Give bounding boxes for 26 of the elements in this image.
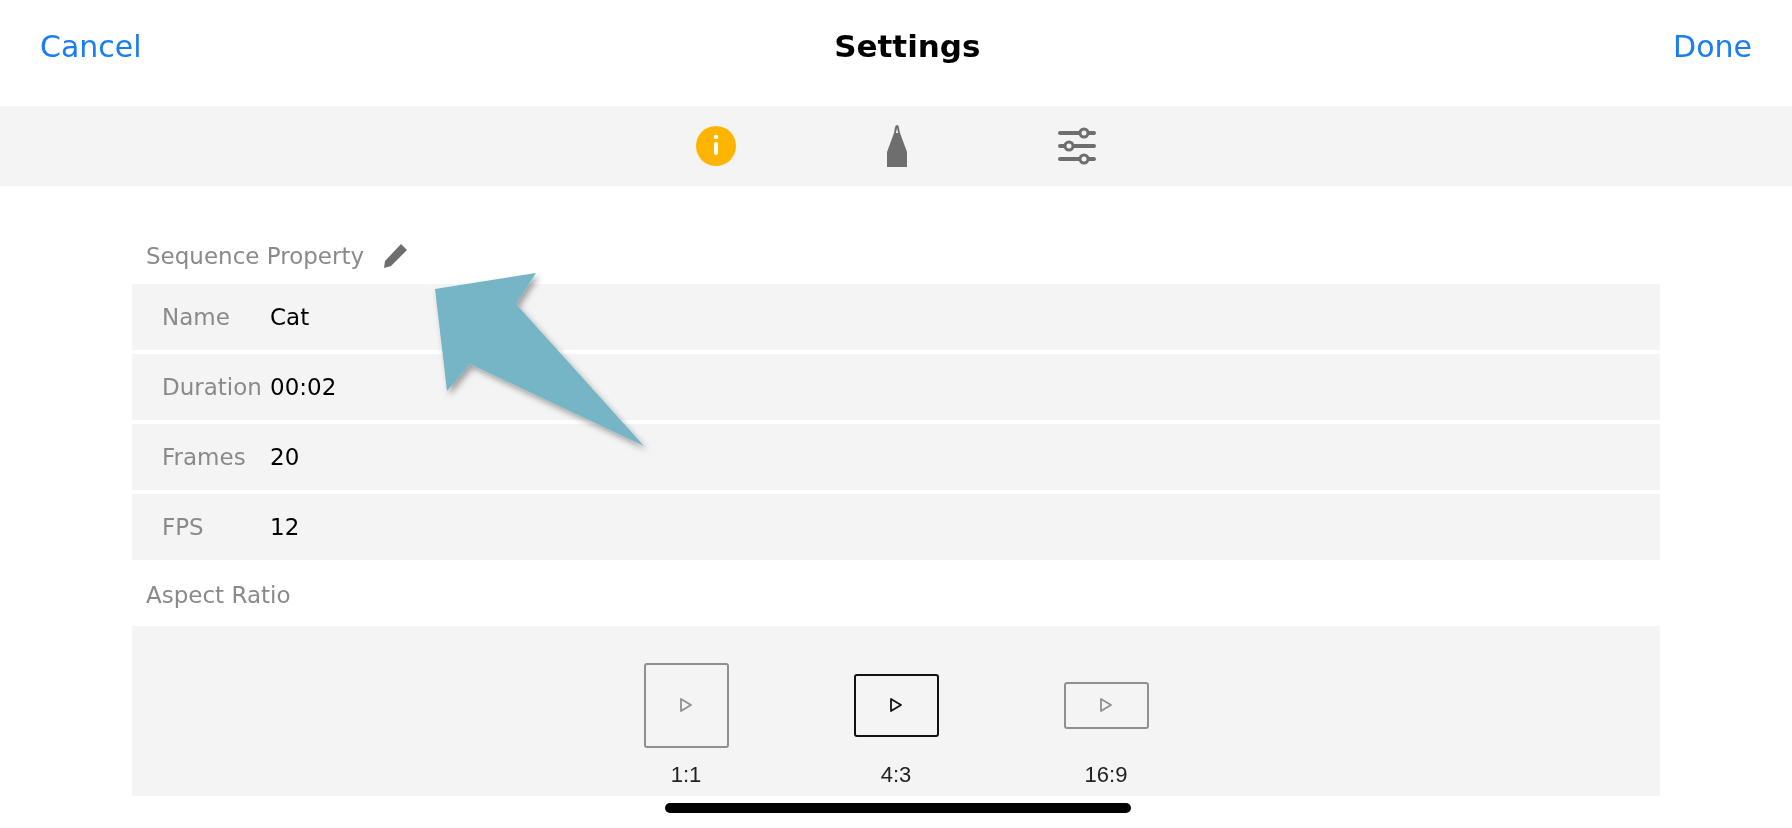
pencil-icon[interactable] (382, 243, 409, 269)
property-value: 12 (270, 514, 300, 540)
sliders-icon (1058, 127, 1096, 165)
cancel-button[interactable]: Cancel (40, 28, 142, 64)
screen-title: Settings (834, 28, 981, 64)
done-button[interactable]: Done (1673, 28, 1752, 64)
aspect-ratio-label: 16:9 (1084, 762, 1128, 788)
section-header: Aspect Ratio (146, 582, 291, 608)
play-icon (889, 697, 903, 713)
property-value: 20 (270, 444, 300, 470)
info-icon (696, 126, 736, 166)
tab[interactable] (886, 125, 908, 167)
property-label: FPS (162, 514, 205, 540)
aspect-ratio-label: 1:1 (670, 762, 702, 788)
property-value: Cat (270, 304, 310, 330)
property-label: Duration (162, 374, 263, 400)
tab[interactable] (1058, 127, 1096, 165)
aspect-ratio-option[interactable] (853, 673, 939, 737)
aspect-ratio-label: 4:3 (880, 762, 912, 788)
section-header: Sequence Property (146, 243, 365, 269)
property-value: 00:02 (270, 374, 337, 400)
property-label: Frames (162, 444, 247, 470)
property-label: Name (162, 304, 231, 330)
play-icon (679, 697, 693, 713)
pen-nib-icon (886, 125, 908, 167)
play-icon (1099, 697, 1113, 713)
